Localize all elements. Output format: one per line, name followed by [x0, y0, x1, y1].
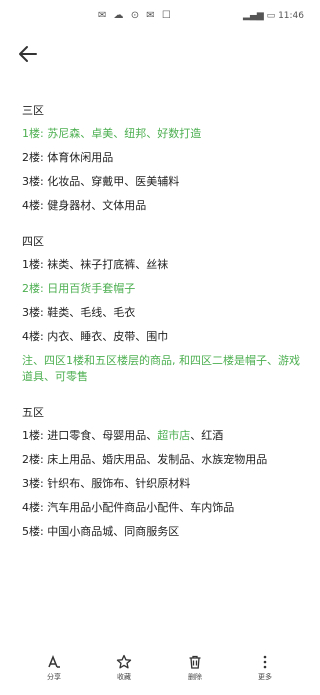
floor-text: 苏尼森、卓美、纽邦、好数打造 [47, 127, 202, 140]
floor-label: 2楼 [22, 151, 40, 164]
floor-label: 3楼 [22, 175, 40, 188]
floor-text: 袜类、袜子打底裤、丝袜 [47, 258, 169, 271]
floor-line: 4楼: 汽车用品小配件商品小配件、车内饰品 [22, 500, 312, 516]
floor-text: 健身器材、文体用品 [47, 199, 147, 212]
back-button[interactable] [16, 42, 40, 66]
floor-text: 化妆品、穿戴甲、医美辅料 [47, 175, 180, 188]
floor-text: 针织布、服饰布、针织原材料 [47, 477, 191, 490]
share-label: 分享 [47, 673, 61, 681]
floor-label: 4楼 [22, 330, 40, 343]
floor-line: 1楼: 苏尼森、卓美、纽邦、好数打造 [22, 126, 312, 142]
floor-text-highlight: 超市店 [157, 429, 191, 442]
floor-text: 鞋类、毛线、毛衣 [47, 306, 136, 319]
floor-line: 5楼: 中国小商品城、同商服务区 [22, 524, 312, 540]
signal-icon: ▂▄▆ [243, 11, 264, 21]
floor-text: 进口零食、母婴用品、 [47, 429, 158, 442]
floor-line: 2楼: 日用百货手套帽子 [22, 281, 312, 297]
star-icon [116, 654, 132, 669]
delete-label: 删除 [188, 673, 202, 681]
floor-text: 、红酒 [190, 429, 224, 442]
zone-title: 四区 [22, 235, 44, 248]
floor-text: 体育休闲用品 [47, 151, 114, 164]
floor-line: 4楼: 内衣、睡衣、皮带、围巾 [22, 329, 312, 345]
floor-line: 4楼: 健身器材、文体用品 [22, 198, 312, 214]
battery-icon: ▭ [266, 11, 276, 21]
floor-line: 3楼: 鞋类、毛线、毛衣 [22, 305, 312, 321]
floor-line: 1楼: 进口零食、母婴用品、超市店、红酒 [22, 428, 312, 444]
more-button[interactable]: 更多 [245, 654, 285, 682]
zone-title: 五区 [22, 406, 44, 419]
zone-section: 五区 1楼: 进口零食、母婴用品、超市店、红酒 2楼: 床上用品、婚庆用品、发制品、… [22, 405, 312, 540]
trash-icon [189, 655, 201, 669]
floor-text: 汽车用品小配件商品小配件、车内饰品 [47, 501, 235, 514]
more-label: 更多 [258, 673, 272, 681]
share-button[interactable]: 分享 [34, 654, 74, 682]
delete-button[interactable]: 删除 [175, 654, 215, 682]
zone-title: 三区 [22, 104, 44, 117]
floor-line: 注、四区1楼和五区楼层的商品, 和四区二楼是帽子、游戏道具、可零售 [22, 353, 307, 385]
floor-line: 3楼: 针织布、服饰布、针织原材料 [22, 476, 312, 492]
floor-line: 1楼: 袜类、袜子打底裤、丝袜 [22, 257, 312, 273]
note-content[interactable]: 三区 1楼: 苏尼森、卓美、纽邦、好数打造 2楼: 体育休闲用品 3楼: 化妆品、穿戴… [22, 103, 312, 560]
floor-text: 床上用品、婚庆用品、发制品、水族宠物用品 [47, 453, 268, 466]
floor-line: 2楼: 体育休闲用品 [22, 150, 312, 166]
floor-label: 3楼 [22, 477, 40, 490]
floor-label: 2楼 [22, 453, 40, 466]
zone-section: 三区 1楼: 苏尼森、卓美、纽邦、好数打造 2楼: 体育休闲用品 3楼: 化妆品、穿戴… [22, 103, 312, 214]
status-time: 11:46 [278, 11, 304, 21]
notification-icons: ✉ ☁ ⊙ ✉ ☐ [98, 10, 173, 21]
arrow-left-icon [19, 46, 37, 62]
status-bar: ✉ ☁ ⊙ ✉ ☐ ▂▄▆ ▭ 11:46 [0, 0, 320, 34]
favorite-button[interactable]: 收藏 [104, 654, 144, 682]
zone-section: 四区 1楼: 袜类、袜子打底裤、丝袜 2楼: 日用百货手套帽子 3楼: 鞋类、毛线、毛… [22, 234, 312, 385]
floor-label: 2楼 [22, 282, 40, 295]
floor-line: 3楼: 化妆品、穿戴甲、医美辅料 [22, 174, 312, 190]
floor-text: 日用百货手套帽子 [47, 282, 136, 295]
floor-label: 5楼 [22, 525, 40, 538]
favorite-label: 收藏 [117, 673, 131, 681]
floor-text: 中国小商品城、同商服务区 [47, 525, 180, 538]
floor-label: 1楼 [22, 127, 40, 140]
floor-line: 2楼: 床上用品、婚庆用品、发制品、水族宠物用品 [22, 452, 307, 468]
bottom-toolbar: 分享 收藏 删除 更多 [0, 650, 320, 695]
floor-label: 1楼 [22, 429, 40, 442]
floor-label: 1楼 [22, 258, 40, 271]
share-icon [48, 654, 60, 668]
floor-text: 内衣、睡衣、皮带、围巾 [47, 330, 169, 343]
floor-label: 3楼 [22, 306, 40, 319]
floor-label: 4楼 [22, 199, 40, 212]
status-right: ▂▄▆ ▭ 11:46 [243, 11, 304, 21]
floor-label: 4楼 [22, 501, 40, 514]
more-icon [263, 655, 267, 669]
floor-text: 注、四区1楼和五区楼层的商品, 和四区二楼是帽子、游戏道具、可零售 [22, 354, 300, 383]
